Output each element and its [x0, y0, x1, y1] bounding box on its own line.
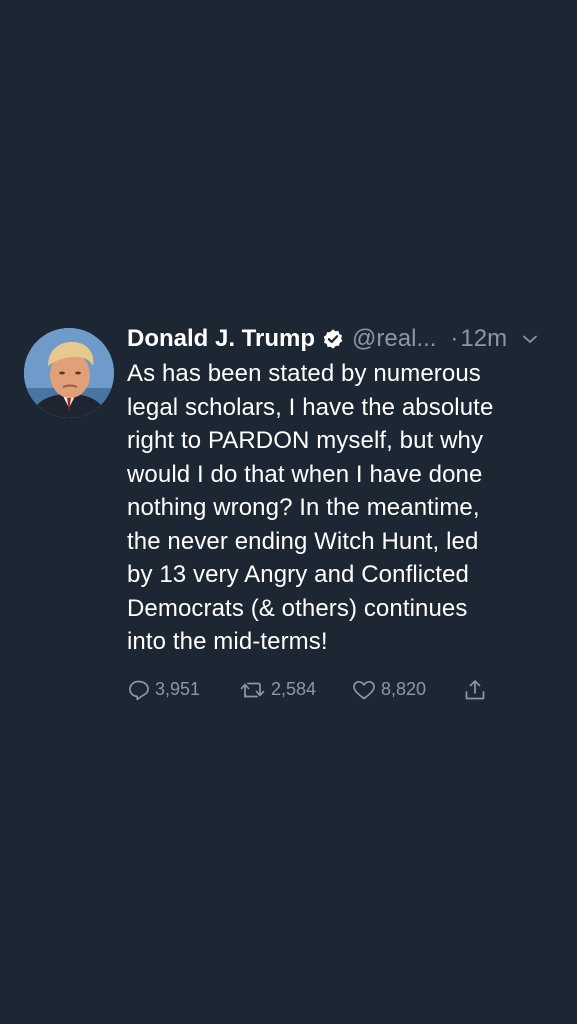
share-icon [463, 678, 487, 702]
like-count: 8,820 [381, 679, 427, 699]
share-button[interactable] [463, 678, 487, 702]
avatar-image [24, 328, 114, 418]
author-name[interactable]: Donald J. Trump [127, 325, 315, 353]
separator-dot: · [450, 325, 459, 352]
retweet-count: 2,584 [271, 679, 317, 699]
avatar[interactable] [24, 328, 114, 418]
like-button[interactable]: 8,820 [351, 678, 463, 702]
reply-icon [127, 678, 151, 702]
tweet-content: Donald J. Trump @real... · 12m As has be… [127, 322, 564, 705]
screen: { "tweet": { "name": "Donald J. Trump", … [0, 0, 577, 1024]
tweet-text: As has been stated by numerous legal sch… [127, 360, 494, 655]
verified-badge-icon [322, 328, 344, 350]
chevron-down-icon[interactable] [521, 330, 539, 348]
heart-icon [351, 678, 377, 702]
retweet-icon [239, 678, 267, 702]
reply-count: 3,951 [155, 679, 201, 699]
retweet-button[interactable]: 2,584 [239, 678, 351, 702]
tweet-header: Donald J. Trump @real... · 12m [127, 322, 564, 356]
tweet-actions: 3,951 2,584 8,820 [127, 675, 564, 705]
tweet-timestamp[interactable]: 12m [460, 325, 507, 353]
author-handle[interactable]: @real... [352, 325, 436, 353]
reply-button[interactable]: 3,951 [127, 678, 239, 702]
